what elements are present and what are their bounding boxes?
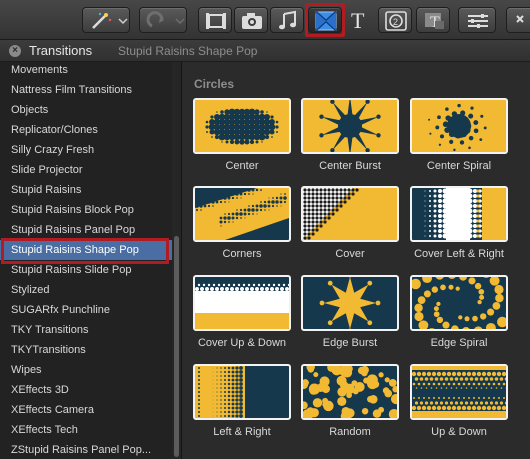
transition-thumbnail[interactable] [410,98,508,154]
music-note-icon [279,10,296,30]
transition-thumbnail[interactable] [410,364,508,420]
transition-preview [195,100,289,152]
transition-preview [412,366,506,418]
transition-label[interactable]: Cover Up & Down [187,337,297,349]
transition-thumbnail[interactable] [410,186,508,242]
transition-label[interactable]: Random [295,426,405,438]
titles-icon: T [351,8,365,33]
sidebar-item[interactable]: SUGARfx Punchline [0,300,172,320]
transition-thumbnail[interactable] [301,364,399,420]
transition-thumbnail[interactable] [193,98,291,154]
section-title: Circles [194,77,235,91]
transition-thumbnail[interactable] [301,98,399,154]
transition-thumbnail[interactable] [410,275,508,331]
transition-preview [195,366,289,418]
transition-label[interactable]: Edge Burst [295,337,405,349]
sidebar-item[interactable]: Objects [0,100,172,120]
sidebar-item[interactable]: Stupid Raisins [0,180,172,200]
transition-preview [303,277,397,329]
transition-preview [195,188,289,240]
close-icon[interactable]: × [9,45,21,57]
camera-icon [242,13,262,29]
themes-button[interactable]: T [416,7,450,33]
transition-preview [303,100,397,152]
transition-preview [412,277,506,329]
sidebar-item[interactable]: XEffects 3D [0,380,172,400]
inspector-icon [468,14,488,28]
transition-thumbnail[interactable] [301,186,399,242]
transition-thumbnail[interactable] [301,275,399,331]
svg-text:T: T [351,8,365,33]
themes-icon: T [425,13,444,31]
enhance-icon [146,11,185,28]
transition-label[interactable]: Center Burst [295,160,405,172]
transition-label[interactable]: Left & Right [187,426,297,438]
sidebar-item[interactable]: Stupid Raisins Panel Pop [0,220,172,240]
sidebar-item[interactable]: ZStupid Raisins Panel Pop... [0,440,172,459]
selected-category-highlight [1,238,169,264]
clip-browser-button[interactable] [198,7,232,33]
music-button[interactable] [270,7,304,33]
photos-button[interactable] [234,7,268,33]
sidebar-item[interactable]: Wipes [0,360,172,380]
transition-label[interactable]: Cover Left & Right [404,248,514,260]
transition-preview [412,188,506,240]
sidebar-item[interactable]: TKY Transitions [0,320,172,340]
transition-label[interactable]: Center [187,160,297,172]
transition-label[interactable]: Edge Spiral [404,337,514,349]
transition-preview [303,366,397,418]
generators-button[interactable]: 2 [378,7,412,33]
transition-label[interactable]: Corners [187,248,297,260]
category-sidebar: Movements Nattress Film Transitions Object… [0,62,182,459]
magic-wand-button[interactable] [82,7,130,33]
transition-preview [412,100,506,152]
magic-wand-icon [92,12,128,29]
sidebar-item[interactable]: XEffects Tech [0,420,172,440]
share-button[interactable] [506,7,530,33]
inspector-button[interactable] [458,7,496,33]
clip-browser-icon [206,13,226,29]
sidebar-scroll-thumb[interactable] [174,236,179,457]
transition-grid: Circles Center Center Burst Center Spiral C… [183,62,530,459]
sidebar-item[interactable]: Stylized [0,280,172,300]
sidebar-item[interactable]: Movements [0,62,172,80]
transition-thumbnail[interactable] [193,186,291,242]
transitions-browser-window: T 2 T × Transitions Stupid Raisins Shape… [0,0,530,459]
toolbar: T 2 T [0,0,530,40]
transition-thumbnail[interactable] [193,275,291,331]
sidebar-item[interactable]: Nattress Film Transitions [0,80,172,100]
transition-label[interactable]: Cover [295,248,405,260]
transition-preview [303,188,397,240]
transition-label[interactable]: Up & Down [404,426,514,438]
transition-label[interactable]: Center Spiral [404,160,514,172]
sidebar-item[interactable]: Silly Crazy Fresh [0,140,172,160]
generators-icon: 2 [385,11,407,31]
panel-title: Transitions [29,43,93,58]
svg-text:2: 2 [393,17,398,27]
transition-preview [195,277,289,329]
sidebar-item[interactable]: Stupid Raisins Block Pop [0,200,172,220]
sidebar-item[interactable]: TKYTransitions [0,340,172,360]
sidebar-item[interactable]: XEffects Camera [0,400,172,420]
sidebar-item[interactable]: Slide Projector [0,160,172,180]
transition-thumbnail[interactable] [193,364,291,420]
share-icon [516,15,524,23]
titles-button[interactable]: T [345,7,375,33]
sidebar-item[interactable]: Replicator/Clones [0,120,172,140]
enhance-button[interactable] [139,7,187,33]
transitions-highlight-ring [305,3,345,37]
current-category: Stupid Raisins Shape Pop [118,44,258,58]
browser-header: × Transitions Stupid Raisins Shape Pop [0,40,530,62]
